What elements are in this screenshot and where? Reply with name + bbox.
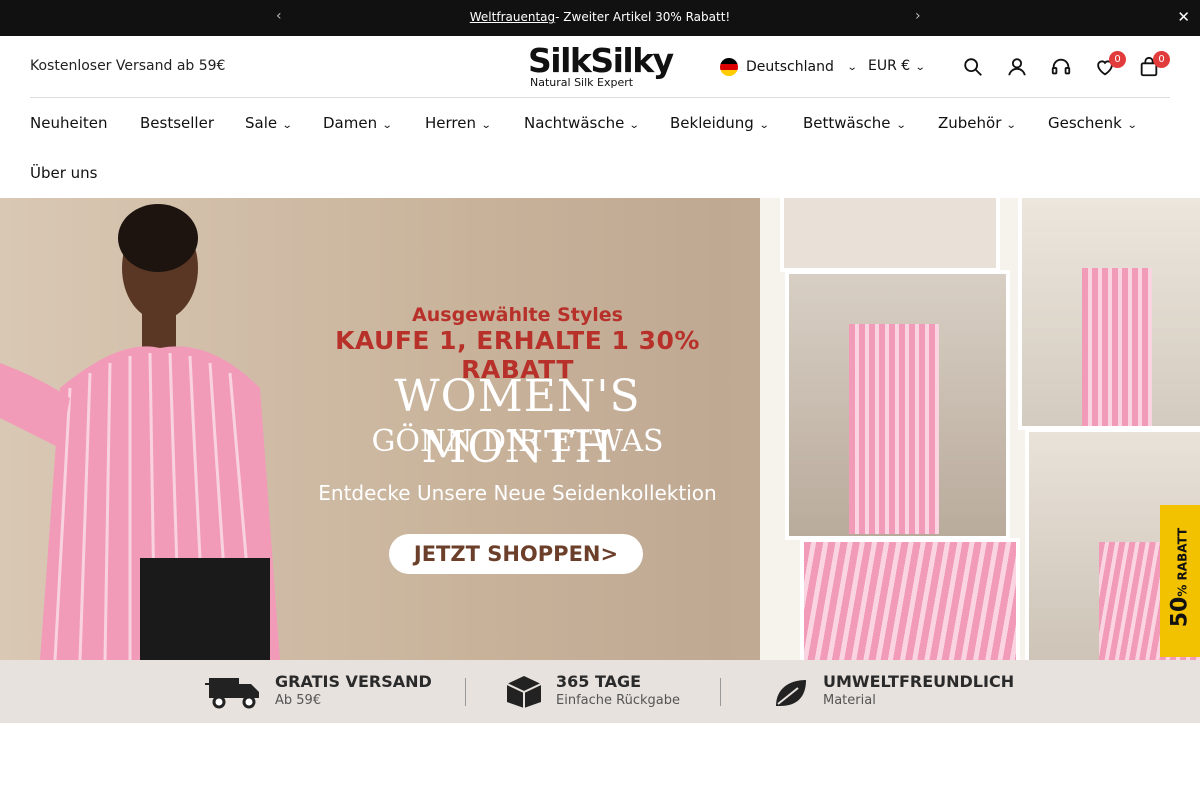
announcement-bar: ‹ Weltfrauentag- Zweiter Artikel 30% Rab… <box>0 0 1200 36</box>
feature-returns: 365 TAGE Einfache Rückgabe <box>556 672 680 708</box>
wishlist-heart-icon[interactable]: 0 <box>1094 51 1126 78</box>
feature-subtitle: Ab 59€ <box>275 693 322 708</box>
content-area <box>0 723 1200 800</box>
shipping-note: Kostenloser Versand ab 59€ <box>30 58 226 74</box>
hero-banner[interactable]: Ausgewählte Styles KAUFE 1, ERHALTE 1 30… <box>0 198 1200 660</box>
feature-shipping: GRATIS VERSAND Ab 59€ <box>275 672 432 708</box>
nav-item-geschenk[interactable]: Geschenk ⌄ <box>1048 114 1138 132</box>
nav-item-ueber-uns[interactable]: Über uns <box>30 164 98 182</box>
feature-eco: UMWELTFREUNDLICH Material <box>823 672 1014 708</box>
announcement-link[interactable]: Weltfrauentag <box>470 10 555 24</box>
chevron-down-icon: ⌄ <box>281 120 293 131</box>
nav-label: Geschenk <box>1048 114 1122 132</box>
currency-label: EUR € <box>868 58 911 74</box>
feature-title: UMWELTFREUNDLICH <box>823 672 1015 691</box>
wishlist-count-badge: 0 <box>1109 51 1126 68</box>
chevron-down-icon: ⌄ <box>480 120 492 131</box>
close-icon[interactable]: ✕ <box>1177 8 1190 26</box>
nav-item-herren[interactable]: Herren ⌄ <box>425 114 492 132</box>
logo-main: SilkSilky <box>528 41 674 80</box>
cart-bag-icon[interactable]: 0 <box>1138 51 1170 78</box>
collage-photo <box>1018 198 1200 430</box>
nav-item-nachtwaesche[interactable]: Nachtwäsche ⌄ <box>524 114 640 132</box>
shop-now-button[interactable]: JETZT SHOPPEN> <box>389 534 643 574</box>
announcement-message: - Zweiter Artikel 30% Rabatt! <box>555 10 731 24</box>
discount-side-tab-label: 50% RABATT <box>1168 514 1193 642</box>
currency-selector[interactable]: EUR € ⌄ <box>868 58 926 74</box>
features-bar: GRATIS VERSAND Ab 59€ 365 TAGE Einfache Rü… <box>0 660 1200 723</box>
search-icon[interactable] <box>962 56 984 78</box>
account-icon[interactable] <box>1006 56 1028 78</box>
nav-label: Damen <box>323 114 378 132</box>
banner-description: Entdecke Unsere Neue Seidenkollektion <box>318 481 717 505</box>
nav-item-damen[interactable]: Damen ⌄ <box>323 114 393 132</box>
nav-item-bettwaesche[interactable]: Bettwäsche ⌄ <box>803 114 907 132</box>
model-photo <box>0 204 280 660</box>
photo-collage <box>760 198 1200 660</box>
discount-text: % RABATT <box>1175 527 1190 597</box>
feature-divider <box>720 678 721 706</box>
nav-label: Bekleidung <box>670 114 754 132</box>
chevron-down-icon: ⌄ <box>914 62 926 73</box>
feature-title: GRATIS VERSAND <box>275 672 432 691</box>
chevron-down-icon: ⌄ <box>381 120 393 131</box>
collage-photo <box>785 270 1010 540</box>
nav-item-zubehoer[interactable]: Zubehör ⌄ <box>938 114 1018 132</box>
banner-subheading: Ausgewählte Styles <box>412 304 623 326</box>
discount-number: 50 <box>1167 596 1193 628</box>
nav-item-sale[interactable]: Sale ⌄ <box>245 114 293 132</box>
nav-label: Bettwäsche <box>803 114 891 132</box>
germany-flag-icon <box>720 58 738 76</box>
country-label: Deutschland <box>746 59 834 75</box>
nav-item-bestseller[interactable]: Bestseller <box>140 114 214 132</box>
delivery-truck-icon <box>205 678 259 709</box>
nav-label: Nachtwäsche <box>524 114 625 132</box>
chevron-down-icon: ⌄ <box>1006 120 1018 131</box>
chevron-down-icon: ⌄ <box>629 120 640 131</box>
nav-item-bekleidung[interactable]: Bekleidung ⌄ <box>670 114 770 132</box>
collage-photo <box>800 538 1020 660</box>
announcement-text: Weltfrauentag- Zweiter Artikel 30% Rabat… <box>0 10 1200 24</box>
chevron-down-icon: ⌄ <box>758 120 770 131</box>
feature-subtitle: Einfache Rückgabe <box>556 693 680 708</box>
site-header: Kostenloser Versand ab 59€ SilkSilky Nat… <box>0 36 1200 98</box>
package-box-icon <box>506 676 542 708</box>
cart-count-badge: 0 <box>1153 51 1170 68</box>
country-selector[interactable]: Deutschland ⌄ <box>720 58 858 76</box>
feature-subtitle: Material <box>823 693 876 708</box>
nav-label: Sale <box>245 114 278 132</box>
feature-divider <box>465 678 466 706</box>
discount-side-tab[interactable]: 50% RABATT <box>1160 505 1200 657</box>
chevron-down-icon: ⌄ <box>895 120 907 131</box>
nav-label: Herren <box>425 114 476 132</box>
collage-photo <box>780 198 1000 272</box>
main-nav: Neuheiten Bestseller Sale ⌄ Damen ⌄ Herren… <box>0 98 1200 198</box>
chevron-down-icon: ⌄ <box>846 61 858 73</box>
nav-item-neuheiten[interactable]: Neuheiten <box>30 114 107 132</box>
nav-label: Zubehör <box>938 114 1002 132</box>
support-headset-icon[interactable] <box>1050 56 1072 78</box>
leaf-icon <box>776 680 806 706</box>
banner-tagline: GÖNN DIR ETWAS <box>371 424 664 459</box>
feature-title: 365 TAGE <box>556 672 642 691</box>
chevron-down-icon: ⌄ <box>1126 120 1138 131</box>
logo[interactable]: SilkSilky Natural Silk Expert <box>528 41 674 90</box>
next-announcement-icon[interactable]: › <box>915 8 921 24</box>
